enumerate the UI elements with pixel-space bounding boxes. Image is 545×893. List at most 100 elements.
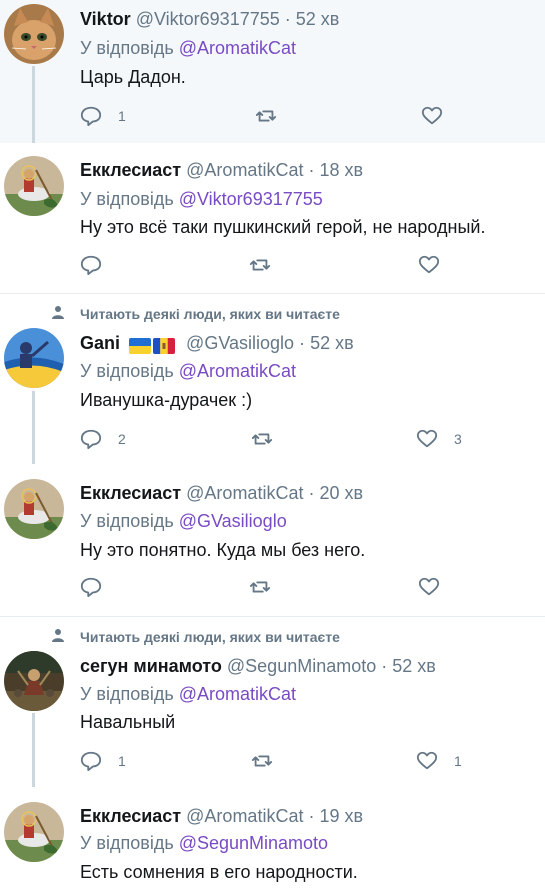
retweet-button[interactable] xyxy=(251,427,273,451)
user-handle[interactable]: @AromatikCat xyxy=(186,160,303,180)
retweet-icon xyxy=(249,259,271,271)
reply-mention[interactable]: @GVasilioglo xyxy=(179,511,287,531)
display-name[interactable]: Gani xyxy=(80,333,120,353)
tweet-time[interactable]: 19 хв xyxy=(320,806,364,826)
reply-context: У відповідь @AromatikCat xyxy=(80,38,296,59)
avatar[interactable] xyxy=(4,4,64,64)
retweet-button[interactable] xyxy=(251,749,273,773)
reply-icon xyxy=(80,577,102,598)
separator-dot: · xyxy=(284,9,291,29)
tweet-text: Навальный xyxy=(80,712,176,732)
separator-dot: · xyxy=(308,160,315,180)
tweet-time[interactable]: 52 хв xyxy=(310,333,354,353)
tweet-header: Екклесиаст @AromatikCat · 20 хв xyxy=(80,483,363,504)
separator-dot: · xyxy=(308,483,315,503)
reply-context: У відповідь @AromatikCat xyxy=(80,361,296,382)
separator-dot: · xyxy=(299,333,306,353)
retweet-button[interactable] xyxy=(249,253,271,277)
tweet-header: Gani @GVasilioglo · 52 хв xyxy=(80,333,354,356)
thread-line xyxy=(32,713,35,787)
tweet[interactable]: Екклесиаст @AromatikCat · 19 хв У відпов… xyxy=(0,787,545,893)
moldova-flag-icon xyxy=(153,338,176,355)
reply-prefix: У відповідь xyxy=(80,361,174,381)
user-handle[interactable]: @AromatikCat xyxy=(186,483,303,503)
reply-prefix: У відповідь xyxy=(80,833,174,853)
user-handle[interactable]: @AromatikCat xyxy=(186,806,303,826)
tweet-header: Viktor @Viktor69317755 · 52 хв xyxy=(80,9,339,30)
tweet-header: сегун минамото @SegunMinamoto · 52 хв xyxy=(80,656,436,677)
avatar[interactable] xyxy=(4,328,64,388)
like-count: 1 xyxy=(454,753,462,769)
display-name[interactable]: Viktor xyxy=(80,9,131,29)
heart-icon xyxy=(418,577,440,596)
reply-button[interactable]: 1 xyxy=(80,104,126,128)
retweet-button[interactable] xyxy=(255,104,277,128)
reply-mention[interactable]: @AromatikCat xyxy=(179,684,296,704)
reply-mention[interactable]: @AromatikCat xyxy=(179,361,296,381)
tweet-text: Царь Дадон. xyxy=(80,67,186,87)
tweet[interactable]: Екклесиаст @AromatikCat · 20 хв У відпов… xyxy=(0,464,545,616)
like-button[interactable] xyxy=(418,575,440,599)
person-icon xyxy=(52,629,64,642)
retweet-icon xyxy=(255,110,277,122)
tweet[interactable]: Читають деякі люди, яких ви читаєте сегу… xyxy=(0,617,545,787)
thread-line xyxy=(32,391,35,464)
retweet-icon xyxy=(251,433,273,445)
display-name[interactable]: Екклесиаст xyxy=(80,806,181,826)
retweet-button[interactable] xyxy=(249,575,271,599)
reply-count: 2 xyxy=(118,431,126,447)
tweet-time[interactable]: 52 хв xyxy=(296,9,340,29)
user-handle[interactable]: @SegunMinamoto xyxy=(227,656,376,676)
user-handle[interactable]: @GVasilioglo xyxy=(186,333,294,353)
heart-icon xyxy=(416,751,438,770)
reply-icon xyxy=(80,429,102,450)
tweet-text: Есть сомнения в его народности. xyxy=(80,862,358,882)
reply-mention[interactable]: @Viktor69317755 xyxy=(179,189,323,209)
reply-prefix: У відповідь xyxy=(80,684,174,704)
separator-dot: · xyxy=(381,656,388,676)
reply-button[interactable]: 2 xyxy=(80,427,126,451)
user-handle[interactable]: @Viktor69317755 xyxy=(136,9,280,29)
reply-button[interactable] xyxy=(80,253,102,277)
display-name[interactable]: Екклесиаст xyxy=(80,160,181,180)
reply-button[interactable]: 1 xyxy=(80,749,126,773)
tweet[interactable]: Екклесиаст @AromatikCat · 18 хв У відпов… xyxy=(0,143,545,293)
display-name[interactable]: сегун минамото xyxy=(80,656,222,676)
tweet-text: Ну это всё таки пушкинский герой, не нар… xyxy=(80,217,486,237)
tweet[interactable]: Читають деякі люди, яких ви читаєте Gani… xyxy=(0,294,545,464)
tweet[interactable]: Viktor @Viktor69317755 · 52 хв У відпові… xyxy=(0,0,545,143)
reply-icon xyxy=(80,751,102,772)
avatar[interactable] xyxy=(4,479,64,539)
reply-icon xyxy=(80,106,102,127)
ukraine-flag-icon xyxy=(129,338,152,355)
like-button[interactable]: 1 xyxy=(416,749,462,773)
reply-context: У відповідь @AromatikCat xyxy=(80,684,296,705)
tweet-header: Екклесиаст @AromatikCat · 19 хв xyxy=(80,806,363,827)
tweet-time[interactable]: 18 хв xyxy=(320,160,364,180)
heart-icon xyxy=(416,429,438,448)
tweet-text: Ну это понятно. Куда мы без него. xyxy=(80,540,366,560)
avatar[interactable] xyxy=(4,156,64,216)
like-button[interactable]: 3 xyxy=(416,427,462,451)
like-button[interactable] xyxy=(418,253,440,277)
social-context: Читають деякі люди, яких ви читаєте xyxy=(80,629,340,645)
reply-context: У відповідь @Viktor69317755 xyxy=(80,189,323,210)
social-context: Читають деякі люди, яких ви читаєте xyxy=(80,306,340,322)
avatar[interactable] xyxy=(4,802,64,862)
heart-icon xyxy=(421,106,443,125)
thread-line xyxy=(32,66,35,143)
reply-mention[interactable]: @SegunMinamoto xyxy=(179,833,328,853)
tweet-header: Екклесиаст @AromatikCat · 18 хв xyxy=(80,160,363,181)
display-name[interactable]: Екклесиаст xyxy=(80,483,181,503)
reply-mention[interactable]: @AromatikCat xyxy=(179,38,296,58)
tweet-time[interactable]: 20 хв xyxy=(320,483,364,503)
like-button[interactable] xyxy=(421,104,443,128)
flag-emojis xyxy=(129,335,177,356)
reply-button[interactable] xyxy=(80,575,102,599)
tweet-time[interactable]: 52 хв xyxy=(392,656,436,676)
conversation-feed: Viktor @Viktor69317755 · 52 хв У відпові… xyxy=(0,0,545,893)
reply-prefix: У відповідь xyxy=(80,511,174,531)
reply-count: 1 xyxy=(118,753,126,769)
avatar[interactable] xyxy=(4,651,64,711)
like-count: 3 xyxy=(454,431,462,447)
